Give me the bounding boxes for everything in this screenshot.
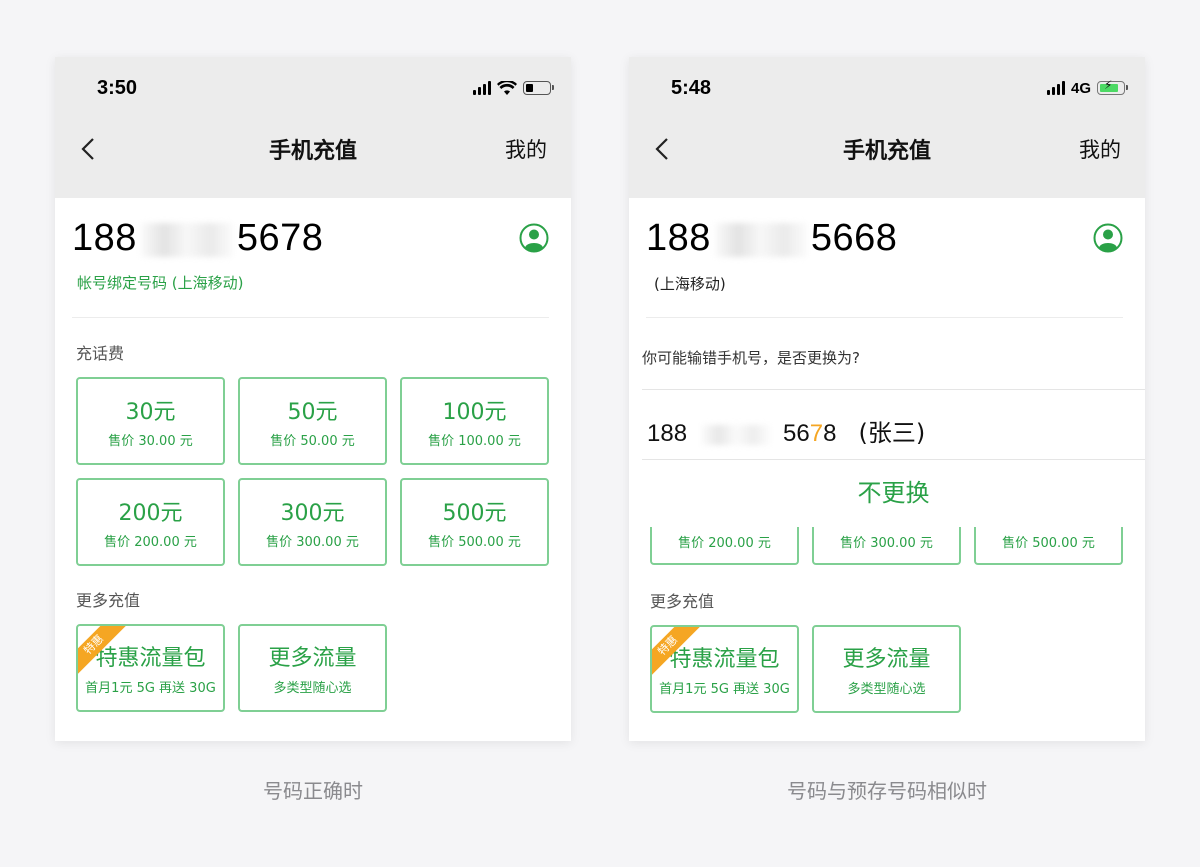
differing-digit: 7 [809, 420, 824, 447]
suggestion-prompt: 你可能输错手机号，是否更换为? [642, 349, 860, 367]
recharge-card-200[interactable]: 售价 200.00 元 [650, 525, 799, 565]
card-price: 售价 500.00 元 [428, 535, 521, 550]
card-price: 售价 200.00 元 [104, 535, 197, 550]
card-amount: 100元 [442, 400, 507, 425]
card-amount: 300元 [280, 501, 345, 526]
header-area: 3:50 手机充值 我的 [55, 57, 571, 198]
status-time: 5:48 [671, 77, 712, 99]
card-subtitle: 首月1元 5G 再送 30G [659, 682, 790, 697]
contact-icon[interactable] [1093, 223, 1123, 253]
card-price: 售价 100.00 元 [428, 434, 521, 449]
suggested-prefix: 188 [647, 420, 688, 447]
back-button[interactable] [647, 129, 677, 169]
phone-suffix: 5678 [236, 217, 324, 259]
battery-icon [523, 81, 554, 95]
card-price: 售价 200.00 元 [678, 536, 771, 551]
card-amount: 30元 [125, 400, 176, 425]
mine-button[interactable]: 我的 [505, 134, 547, 164]
card-subtitle: 首月1元 5G 再送 30G [85, 681, 216, 696]
more-data-card[interactable]: 更多流量 多类型随心选 [812, 625, 961, 713]
chevron-left-icon [81, 138, 94, 160]
recharge-card-500[interactable]: 售价 500.00 元 [974, 525, 1123, 565]
contact-icon[interactable] [519, 223, 549, 253]
suggested-suffix-end: 8 [823, 420, 837, 447]
card-price: 售价 300.00 元 [266, 535, 359, 550]
section-label-more: 更多充值 [650, 592, 715, 611]
card-amount: 200元 [118, 501, 183, 526]
phone-number-display[interactable]: 188 5668 [646, 217, 897, 260]
divider [646, 317, 1123, 318]
bind-label: 帐号绑定号码 (上海移动) [77, 274, 244, 292]
card-price: 售价 50.00 元 [270, 434, 355, 449]
phone-screen-similar: 5:48 4G ⚡ 手机充值 我的 188 5668 (上海移动) 售价 200… [629, 57, 1145, 741]
card-price: 售价 500.00 元 [1002, 536, 1095, 551]
promo-data-pack-card[interactable]: 特惠 特惠流量包 首月1元 5G 再送 30G [76, 624, 225, 712]
phone-prefix: 188 [646, 217, 711, 259]
no-change-button[interactable]: 不更换 [642, 460, 1145, 527]
page-title: 手机充值 [842, 139, 931, 164]
masked-digits [714, 222, 807, 257]
chevron-left-icon [655, 138, 668, 160]
divider [642, 389, 1145, 390]
recharge-card-50[interactable]: 50元 售价 50.00 元 [238, 377, 387, 465]
card-price: 售价 30.00 元 [108, 434, 193, 449]
status-icons [473, 79, 554, 97]
recharge-card-100[interactable]: 100元 售价 100.00 元 [400, 377, 549, 465]
more-data-card[interactable]: 更多流量 多类型随心选 [238, 624, 387, 712]
battery-charging-icon: ⚡ [1097, 78, 1128, 95]
back-button[interactable] [73, 129, 103, 169]
card-subtitle: 多类型随心选 [273, 681, 352, 696]
recharge-card-30[interactable]: 30元 售价 30.00 元 [76, 377, 225, 465]
card-title: 更多流量 [842, 647, 931, 672]
card-amount: 500元 [442, 501, 507, 526]
section-label-more: 更多充值 [76, 591, 141, 610]
suggested-number-option[interactable]: 188 5678 (张三) [647, 413, 925, 448]
promo-data-pack-card[interactable]: 特惠 特惠流量包 首月1元 5G 再送 30G [650, 625, 799, 713]
mine-button[interactable]: 我的 [1079, 134, 1121, 164]
wifi-icon [497, 80, 517, 95]
recharge-card-300[interactable]: 300元 售价 300.00 元 [238, 478, 387, 566]
caption-similar: 号码与预存号码相似时 [787, 779, 987, 803]
signal-icon [1046, 81, 1065, 95]
card-price: 售价 300.00 元 [840, 536, 933, 551]
contact-name: (张三) [858, 419, 926, 447]
card-title: 更多流量 [268, 646, 357, 671]
number-suggestion-panel: 你可能输错手机号，是否更换为? 188 5678 (张三) 不更换 [629, 319, 1145, 527]
masked-digits [701, 424, 772, 445]
masked-digits [140, 222, 233, 257]
header-area: 5:48 4G ⚡ 手机充值 我的 [629, 57, 1145, 198]
phone-number-display[interactable]: 188 5678 [72, 217, 323, 260]
caption-correct: 号码正确时 [263, 779, 363, 803]
signal-icon [473, 81, 491, 95]
recharge-card-300[interactable]: 售价 300.00 元 [812, 525, 961, 565]
recharge-card-500[interactable]: 500元 售价 500.00 元 [400, 478, 549, 566]
phone-suffix: 5668 [810, 217, 898, 259]
phone-prefix: 188 [72, 217, 137, 259]
carrier-label: (上海移动) [654, 275, 726, 293]
divider [72, 317, 549, 318]
network-label: 4G [1070, 79, 1091, 97]
page-title: 手机充值 [268, 139, 357, 164]
card-amount: 50元 [287, 400, 338, 425]
suggested-suffix: 56 [783, 420, 810, 447]
status-icons: 4G ⚡ [1046, 78, 1128, 97]
section-label-recharge: 充话费 [76, 344, 125, 363]
phone-screen-correct: 3:50 手机充值 我的 188 5678 帐号绑定号码 (上海移动) 充话费 … [55, 57, 571, 741]
status-time: 3:50 [97, 77, 138, 99]
card-subtitle: 多类型随心选 [847, 682, 926, 697]
recharge-card-200[interactable]: 200元 售价 200.00 元 [76, 478, 225, 566]
